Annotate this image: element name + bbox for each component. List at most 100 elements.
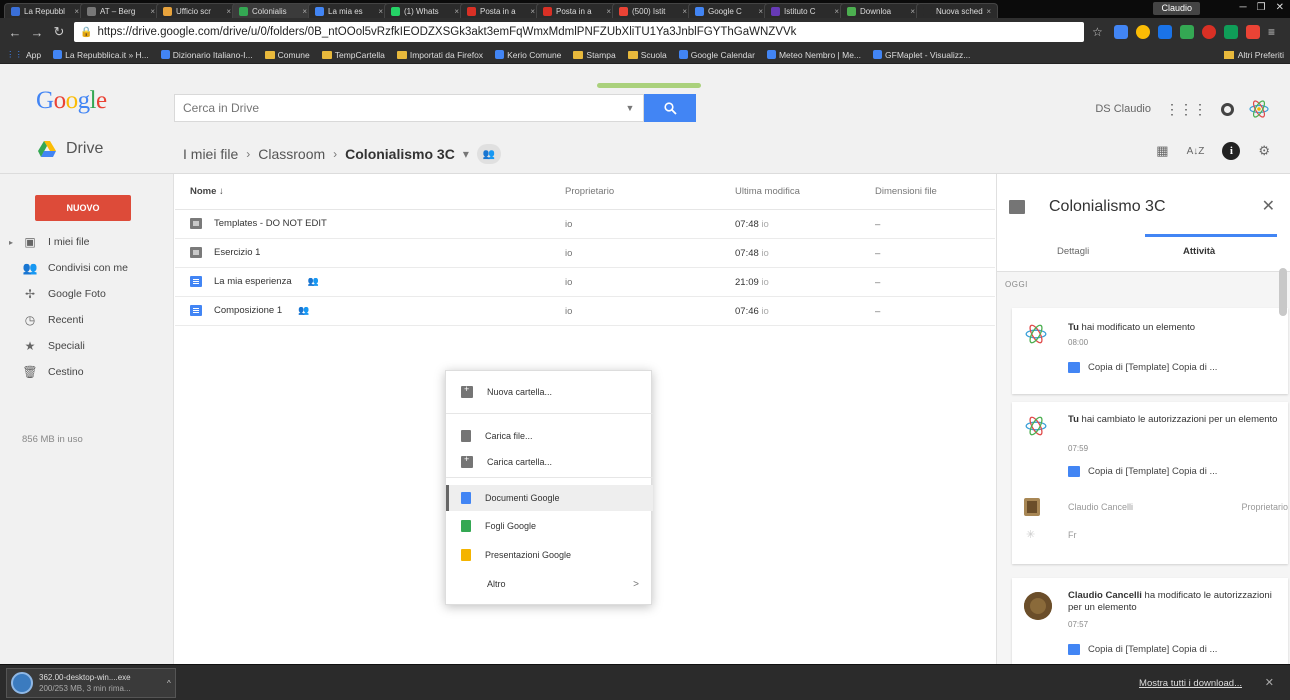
other-bookmarks[interactable]: Altri Preferiti xyxy=(1223,50,1284,60)
drive-brand[interactable]: Drive xyxy=(38,140,103,158)
close-tab-icon[interactable]: × xyxy=(451,7,459,16)
browser-tab[interactable]: Posta in a × xyxy=(536,3,618,18)
expand-caret-icon[interactable]: ▸ xyxy=(9,238,13,247)
chevron-down-icon[interactable]: ▾ xyxy=(463,147,469,161)
browser-tab[interactable]: (1) Whats × xyxy=(384,3,466,18)
settings-gear-icon[interactable]: ⚙ xyxy=(1258,143,1270,159)
account-name[interactable]: DS Claudio xyxy=(1095,103,1151,115)
menu-item-presentazioni-google[interactable]: Presentazioni Google xyxy=(446,542,653,568)
browser-tab[interactable]: Colonialis × xyxy=(232,3,314,18)
restore-icon[interactable]: ❐ xyxy=(1257,2,1266,13)
tab-details[interactable]: Dettagli xyxy=(1057,246,1089,257)
storage-usage[interactable]: 856 MB in uso xyxy=(22,434,83,445)
table-row[interactable]: La mia esperienza 👥 io 21:09 io – xyxy=(175,268,995,297)
column-header-modified[interactable]: Ultima modifica xyxy=(735,186,800,197)
extension-icon[interactable] xyxy=(1202,25,1216,39)
search-button[interactable] xyxy=(644,94,696,122)
new-button[interactable]: NUOVO xyxy=(35,195,131,221)
activity-file-link[interactable]: Copia di [Template] Copia di ... xyxy=(1068,644,1217,655)
bookmark-item[interactable]: Dizionario Italiano-I... xyxy=(160,50,253,60)
close-tab-icon[interactable]: × xyxy=(375,7,383,16)
shared-folder-icon[interactable]: 👥 xyxy=(476,144,501,164)
download-item[interactable]: 362.00-desktop-win....exe 200/253 MB, 3 … xyxy=(6,668,176,698)
close-tab-icon[interactable]: × xyxy=(755,7,763,16)
scrollbar[interactable] xyxy=(1279,268,1287,316)
menu-item-altro[interactable]: Altro > xyxy=(446,571,653,597)
back-icon[interactable]: ← xyxy=(8,25,22,40)
browser-tab[interactable]: AT – Berg × xyxy=(80,3,162,18)
sort-az-icon[interactable]: A↓Z xyxy=(1187,146,1205,157)
browser-tab[interactable]: Posta in a × xyxy=(460,3,542,18)
search-input[interactable] xyxy=(175,101,617,115)
activity-file-link[interactable]: Copia di [Template] Copia di ... xyxy=(1068,466,1217,477)
table-row[interactable]: Composizione 1 👥 io 07:46 io – xyxy=(175,297,995,326)
extension-icon[interactable] xyxy=(1136,25,1150,39)
close-tab-icon[interactable]: × xyxy=(603,7,611,16)
browser-tab[interactable]: La Repubbl × xyxy=(4,3,86,18)
close-icon[interactable]: ✕ xyxy=(1265,676,1274,689)
apps-grid-icon[interactable]: ⋮⋮⋮ xyxy=(1165,101,1207,118)
grid-view-icon[interactable]: ▦ xyxy=(1156,143,1168,159)
activity-card[interactable]: Tu hai cambiato le autorizzazioni per un… xyxy=(1012,402,1288,564)
chevron-up-icon[interactable]: ^ xyxy=(167,679,171,688)
browser-tab[interactable]: (500) Istit × xyxy=(612,3,694,18)
table-row[interactable]: Templates - DO NOT EDIT io 07:48 io – xyxy=(175,210,995,239)
breadcrumb-current[interactable]: Colonialismo 3C xyxy=(345,146,455,162)
menu-item-nuova-cartella[interactable]: Nuova cartella... xyxy=(446,379,653,405)
close-tab-icon[interactable]: × xyxy=(147,7,155,16)
minimize-icon[interactable]: ─ xyxy=(1240,2,1247,13)
browser-tab[interactable]: Nuova sched × xyxy=(916,3,998,18)
notifications-icon[interactable] xyxy=(1221,102,1234,116)
browser-tab[interactable]: Google C × xyxy=(688,3,770,18)
url-field[interactable]: 🔒 https://drive.google.com/drive/u/0/fol… xyxy=(74,22,1084,42)
sidebar-item-speciali[interactable]: ★ Speciali xyxy=(0,334,174,358)
bookmark-item[interactable]: GFMaplet - Visualizz... xyxy=(873,50,970,60)
menu-item-carica-cartella[interactable]: Carica cartella... xyxy=(446,449,653,475)
close-tab-icon[interactable]: × xyxy=(983,7,991,16)
bookmark-item[interactable]: Kerio Comune xyxy=(495,50,561,60)
browser-tab[interactable]: Ufficio scr × xyxy=(156,3,238,18)
sidebar-item-google-foto[interactable]: ✢ Google Foto xyxy=(0,282,174,306)
forward-icon[interactable]: → xyxy=(30,25,44,40)
extension-icon[interactable] xyxy=(1114,25,1128,39)
menu-item-carica-file[interactable]: Carica file... xyxy=(446,423,653,449)
sidebar-item-condivisi-con-me[interactable]: 👥 Condivisi con me xyxy=(0,256,174,280)
info-icon[interactable]: i xyxy=(1222,142,1241,160)
table-row[interactable]: Esercizio 1 io 07:48 io – xyxy=(175,239,995,268)
bookmark-item[interactable]: Comune xyxy=(264,50,310,60)
extension-icon[interactable] xyxy=(1158,25,1172,39)
sidebar-item-cestino[interactable]: 🗑 Cestino xyxy=(0,360,174,384)
extension-icon[interactable] xyxy=(1246,25,1260,39)
bookmark-item[interactable]: TempCartella xyxy=(321,50,385,60)
bookmark-item[interactable]: Scuola xyxy=(627,50,667,60)
bookmark-item[interactable]: Stampa xyxy=(573,50,616,60)
close-tab-icon[interactable]: × xyxy=(907,7,915,16)
browser-tab[interactable]: La mia es × xyxy=(308,3,390,18)
close-tab-icon[interactable]: × xyxy=(679,7,687,16)
bookmark-item[interactable]: ⋮⋮ App xyxy=(6,49,41,60)
column-header-name[interactable]: Nome ↓ xyxy=(190,186,224,197)
extension-icon[interactable] xyxy=(1224,25,1238,39)
browser-user-chip[interactable]: Claudio xyxy=(1153,2,1200,15)
close-tab-icon[interactable]: × xyxy=(71,7,79,16)
breadcrumb-item[interactable]: I miei file xyxy=(183,146,238,162)
menu-icon[interactable]: ≡ xyxy=(1268,25,1282,39)
close-window-icon[interactable]: ✕ xyxy=(1276,2,1284,13)
bookmark-item[interactable]: Meteo Nembro | Me... xyxy=(766,50,861,60)
star-bookmark-icon[interactable]: ☆ xyxy=(1092,25,1106,39)
breadcrumb-item[interactable]: Classroom xyxy=(258,146,325,162)
activity-card[interactable]: Claudio Cancelli ha modificato le autori… xyxy=(1012,578,1288,664)
google-logo[interactable]: Google xyxy=(36,87,107,115)
tab-activity[interactable]: Attività xyxy=(1183,246,1215,257)
close-tab-icon[interactable]: × xyxy=(223,7,231,16)
menu-item-fogli-google[interactable]: Fogli Google xyxy=(446,513,653,539)
browser-tab[interactable]: Istituto C × xyxy=(764,3,846,18)
extension-icon[interactable] xyxy=(1180,25,1194,39)
bookmark-item[interactable]: La Repubblica.it » H... xyxy=(53,50,149,60)
column-header-owner[interactable]: Proprietario xyxy=(565,186,614,197)
activity-file-link[interactable]: Copia di [Template] Copia di ... xyxy=(1068,362,1217,373)
sidebar-item-recenti[interactable]: ◷ Recenti xyxy=(0,308,174,332)
search-options-chevron-icon[interactable]: ▼ xyxy=(617,103,643,113)
close-tab-icon[interactable]: × xyxy=(299,7,307,16)
avatar[interactable] xyxy=(1248,98,1270,120)
